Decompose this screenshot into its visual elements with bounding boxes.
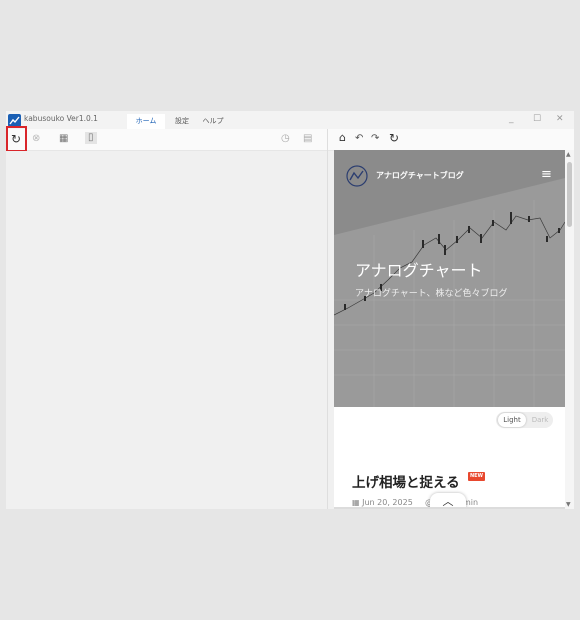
tab-settings[interactable]: 設定 (172, 114, 192, 129)
hero-subtitle: アナログチャート、株など色々ブログ (355, 289, 508, 299)
tab-home[interactable]: ホーム (127, 114, 165, 129)
table-icon[interactable]: ▦ (59, 133, 68, 145)
new-badge: NEW (468, 472, 485, 481)
hero-banner: アナログチャートブログ ≡ アナログチャート アナログチャート、株など色々ブログ (334, 150, 565, 407)
reload-highlight (6, 126, 27, 152)
theme-toggle[interactable]: Light Dark (496, 412, 553, 428)
site-brand[interactable]: アナログチャートブログ (376, 170, 464, 181)
left-pane (6, 151, 327, 509)
stop-icon[interactable]: ⊗ (32, 133, 40, 145)
scroll-up-arrow-icon[interactable]: ▲ (566, 152, 571, 158)
bottom-divider (334, 507, 565, 509)
timer-icon[interactable]: ◷ (281, 133, 290, 145)
undo-icon[interactable]: ↶ (355, 133, 363, 145)
web-view: アナログチャートブログ ≡ アナログチャート アナログチャート、株など色々ブログ… (334, 150, 565, 509)
theme-light-option[interactable]: Light (498, 413, 526, 427)
minimize-button[interactable]: _ (509, 113, 514, 125)
post-date: ▦ Jun 20, 2025 (352, 498, 413, 507)
hamburger-menu-icon[interactable]: ≡ (541, 168, 552, 181)
file-icon[interactable]: ▯ (85, 132, 97, 144)
web-scrollbar[interactable]: ▲ ▼ (565, 150, 574, 509)
maximize-button[interactable]: ☐ (533, 113, 541, 125)
document-icon[interactable]: ▤ (303, 133, 312, 145)
app-title: kabusouko Ver1.0.1 (24, 114, 98, 123)
app-window: kabusouko Ver1.0.1 ホーム 設定 ヘルプ _ ☐ ✕ ↻ ⊗ … (6, 111, 574, 509)
pane-divider[interactable] (327, 129, 328, 509)
scroll-down-arrow-icon[interactable]: ▼ (566, 502, 571, 508)
browser-reload-icon[interactable]: ↻ (389, 132, 399, 144)
home-icon[interactable]: ⌂ (339, 132, 346, 144)
scrollbar-thumb[interactable] (567, 162, 572, 227)
tab-help[interactable]: ヘルプ (199, 114, 227, 129)
theme-dark-option[interactable]: Dark (528, 413, 552, 427)
calendar-icon: ▦ (352, 498, 363, 507)
post-title[interactable]: 上げ相場と捉える (352, 471, 460, 491)
hero-title: アナログチャート (355, 261, 483, 280)
redo-icon[interactable]: ↷ (371, 133, 379, 145)
title-bar: kabusouko Ver1.0.1 ホーム 設定 ヘルプ _ ☐ ✕ (6, 111, 574, 129)
browser-toolbar: ⌂ ↶ ↷ ↻ (334, 129, 574, 150)
close-button[interactable]: ✕ (556, 113, 564, 125)
post-date-text: Jun 20, 2025 (362, 498, 413, 507)
site-logo-icon[interactable] (346, 165, 368, 187)
